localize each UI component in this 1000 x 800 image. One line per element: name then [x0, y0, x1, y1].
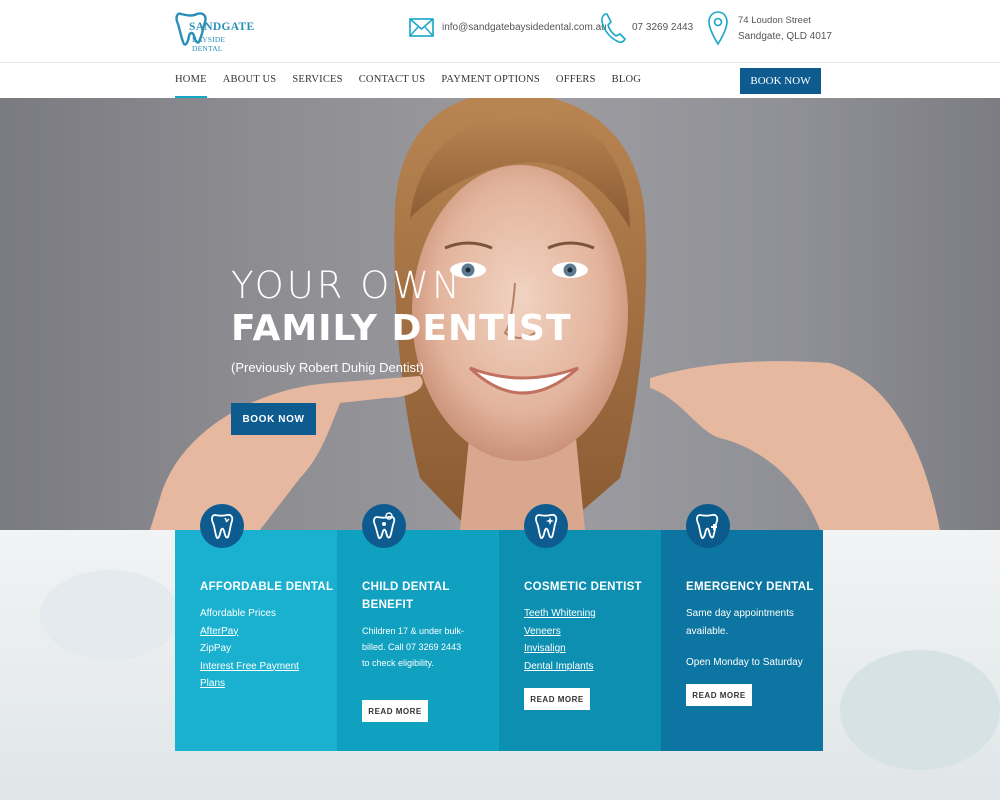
nav-item-about-us[interactable]: ABOUT US [223, 63, 277, 99]
service-list-item: ZipPay [200, 643, 232, 654]
logo-text-sandgate: SANDGATE [189, 21, 255, 33]
child-tooth-icon [373, 512, 396, 540]
contact-email[interactable]: info@sandgatebaysidedental.com.au [409, 10, 607, 50]
book-now-button[interactable]: BOOK NOW [740, 68, 821, 94]
bg-blur-shape [840, 650, 1000, 770]
address-line-2: Sandgate, QLD 4017 [738, 31, 832, 42]
emergency-tooth-icon [696, 513, 719, 540]
hero-banner: YOUR OWN FAMILY DENTIST (Previously Robe… [0, 98, 1000, 530]
phone-icon [601, 13, 626, 44]
service-hours: Open Monday to Saturday [686, 657, 803, 668]
service-card-child-dental: CHILD DENTAL BENEFIT Children 17 & under… [337, 504, 499, 751]
nav-item-blog[interactable]: BLOG [612, 63, 641, 99]
logo-text-bayside: BAYSIDE DENTAL [192, 35, 226, 53]
read-more-button[interactable]: READ MORE [686, 684, 752, 706]
service-badge [686, 504, 730, 548]
service-badge [362, 504, 406, 548]
afterpay-link[interactable]: AfterPay [200, 623, 337, 641]
interest-free-payment-plans-link[interactable]: Interest Free Payment Plans [200, 658, 310, 693]
read-more-button[interactable]: READ MORE [524, 688, 590, 710]
hero-title-line-2: FAMILY DENTIST [231, 308, 572, 349]
service-title: COSMETIC DENTIST [524, 581, 642, 593]
invisalign-link[interactable]: Invisalign [524, 640, 661, 658]
read-more-button[interactable]: READ MORE [362, 700, 428, 722]
service-body: Same day appointments available. [686, 608, 794, 637]
dental-implants-link[interactable]: Dental Implants [524, 658, 661, 676]
hero-book-now-button[interactable]: BOOK NOW [231, 403, 316, 435]
tooth-icon [211, 513, 234, 540]
contact-phone[interactable]: 07 3269 2443 [600, 10, 700, 50]
nav-item-contact-us[interactable]: CONTACT US [359, 63, 426, 99]
hero-subtitle: (Previously Robert Duhig Dentist) [231, 360, 424, 375]
bg-blur-shape [40, 570, 180, 660]
mail-icon [409, 18, 434, 37]
service-card-cosmetic: COSMETIC DENTIST Teeth Whitening Veneers… [499, 504, 661, 751]
site-logo[interactable]: SANDGATE BAYSIDE DENTAL [175, 8, 255, 53]
nav-menu: HOME ABOUT US SERVICES CONTACT US PAYMEN… [175, 63, 657, 99]
teeth-whitening-link[interactable]: Teeth Whitening [524, 605, 661, 623]
service-badge [524, 504, 568, 548]
service-list: Teeth Whitening Veneers Invisalign Denta… [524, 605, 661, 675]
nav-item-payment-options[interactable]: PAYMENT OPTIONS [441, 63, 540, 99]
nav-item-home[interactable]: HOME [175, 63, 207, 99]
phone-text: 07 3269 2443 [632, 22, 694, 33]
cosmetic-tooth-icon [535, 513, 558, 540]
site-header: SANDGATE BAYSIDE DENTAL info@sandgatebay… [0, 0, 1000, 62]
service-card-emergency: EMERGENCY DENTAL Same day appointments a… [661, 504, 823, 751]
service-body: Children 17 & under bulk-billed. Call 07… [362, 626, 465, 668]
main-nav: HOME ABOUT US SERVICES CONTACT US PAYMEN… [0, 62, 1000, 99]
hero-text: YOUR OWN FAMILY DENTIST (Previously Robe… [231, 264, 572, 376]
service-title: CHILD DENTAL BENEFIT [362, 581, 450, 611]
location-pin-icon [708, 11, 728, 46]
service-list: Affordable Prices AfterPay ZipPay Intere… [200, 605, 337, 693]
email-text: info@sandgatebaysidedental.com.au [442, 22, 607, 33]
service-title: AFFORDABLE DENTAL [200, 581, 334, 593]
service-list-item: Affordable Prices [200, 608, 276, 619]
address-line-1: 74 Loudon Street [738, 15, 811, 26]
nav-item-services[interactable]: SERVICES [292, 63, 342, 99]
service-card-affordable: AFFORDABLE DENTAL Affordable Prices Afte… [175, 504, 337, 751]
contact-address: 74 Loudon Street Sandgate, QLD 4017 [707, 10, 837, 50]
nav-item-offers[interactable]: OFFERS [556, 63, 596, 99]
hero-title-line-1: YOUR OWN [231, 264, 463, 307]
service-cards: AFFORDABLE DENTAL Affordable Prices Afte… [175, 504, 823, 751]
service-badge [200, 504, 244, 548]
service-title: EMERGENCY DENTAL [686, 581, 814, 593]
veneers-link[interactable]: Veneers [524, 623, 661, 641]
